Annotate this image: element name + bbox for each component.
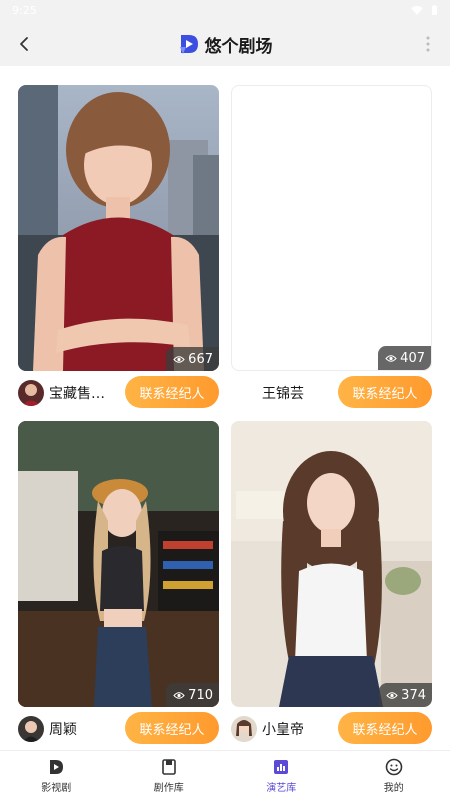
eye-icon: [385, 354, 397, 362]
nav-label: 我的: [383, 782, 404, 794]
top-bar: 悠个剧场: [0, 22, 450, 66]
eye-icon: [173, 355, 185, 363]
nav-item-films[interactable]: 影视剧: [0, 751, 113, 800]
artist-photo[interactable]: 710: [18, 421, 219, 707]
artist-meta: 王锦芸 联系经纪人: [231, 376, 432, 410]
artist-photo-image: [18, 421, 219, 707]
battery-icon: [432, 5, 437, 15]
nav-item-talents[interactable]: 演艺库: [225, 751, 338, 800]
smile-icon: [385, 758, 403, 775]
avatar[interactable]: [231, 716, 257, 742]
view-count: 407: [378, 346, 431, 370]
avatar-image: [231, 716, 257, 742]
nav-label: 剧作库: [153, 782, 184, 794]
artist-meta: 宝藏售… 联系经纪人: [18, 376, 219, 410]
view-count: 710: [166, 683, 219, 707]
more-button[interactable]: [416, 32, 440, 56]
avatar[interactable]: [18, 380, 44, 406]
view-count-value: 710: [188, 687, 213, 703]
artist-photo[interactable]: 407: [231, 85, 432, 371]
artist-photo[interactable]: 667: [18, 85, 219, 371]
contact-agent-button[interactable]: 联系经纪人: [125, 376, 219, 408]
script-icon: [161, 758, 176, 775]
artist-photo-image: [231, 421, 432, 707]
view-count-value: 407: [400, 350, 425, 366]
bottom-nav: 影视剧 剧作库 演艺库 我的: [0, 750, 450, 800]
artist-name: 王锦芸: [262, 386, 304, 402]
contact-agent-button[interactable]: 联系经纪人: [338, 712, 432, 744]
artist-name: 小皇帝: [262, 722, 304, 738]
artist-photo-image: [18, 85, 219, 371]
artist-meta: 小皇帝 联系经纪人: [231, 712, 432, 746]
contact-agent-button[interactable]: 联系经纪人: [338, 376, 432, 408]
view-count-value: 374: [401, 687, 426, 703]
avatar[interactable]: [18, 716, 44, 742]
view-count: 667: [166, 347, 219, 371]
page-title: 悠个剧场: [204, 36, 273, 57]
brand-logo-icon: [179, 35, 198, 54]
status-time: 9:25: [12, 4, 37, 17]
contact-agent-button[interactable]: 联系经纪人: [125, 712, 219, 744]
nav-label: 演艺库: [266, 782, 297, 794]
wifi-icon: [411, 5, 423, 15]
status-icons: [411, 5, 438, 16]
chart-icon: [274, 759, 289, 774]
artist-meta: 周颖 联系经纪人: [18, 712, 219, 746]
film-icon: [50, 759, 64, 774]
more-vertical-icon: [426, 36, 430, 52]
artist-name: 周颖: [49, 722, 77, 738]
avatar-image: [18, 380, 44, 406]
eye-icon: [173, 691, 185, 699]
artist-photo[interactable]: 374: [231, 421, 432, 707]
nav-item-scripts[interactable]: 剧作库: [113, 751, 226, 800]
artist-name: 宝藏售…: [49, 386, 105, 402]
nav-label: 影视剧: [41, 782, 72, 794]
nav-item-profile[interactable]: 我的: [338, 751, 450, 800]
brand: 悠个剧场: [0, 22, 450, 66]
avatar-image: [18, 716, 44, 742]
artist-grid: 667 宝藏售… 联系经纪人 407 王锦芸 联系经纪人 710 周颖 联系经纪…: [0, 66, 450, 750]
view-count: 374: [379, 683, 432, 707]
view-count-value: 667: [188, 351, 213, 367]
status-bar: 9:25: [0, 0, 450, 22]
eye-icon: [386, 691, 398, 699]
